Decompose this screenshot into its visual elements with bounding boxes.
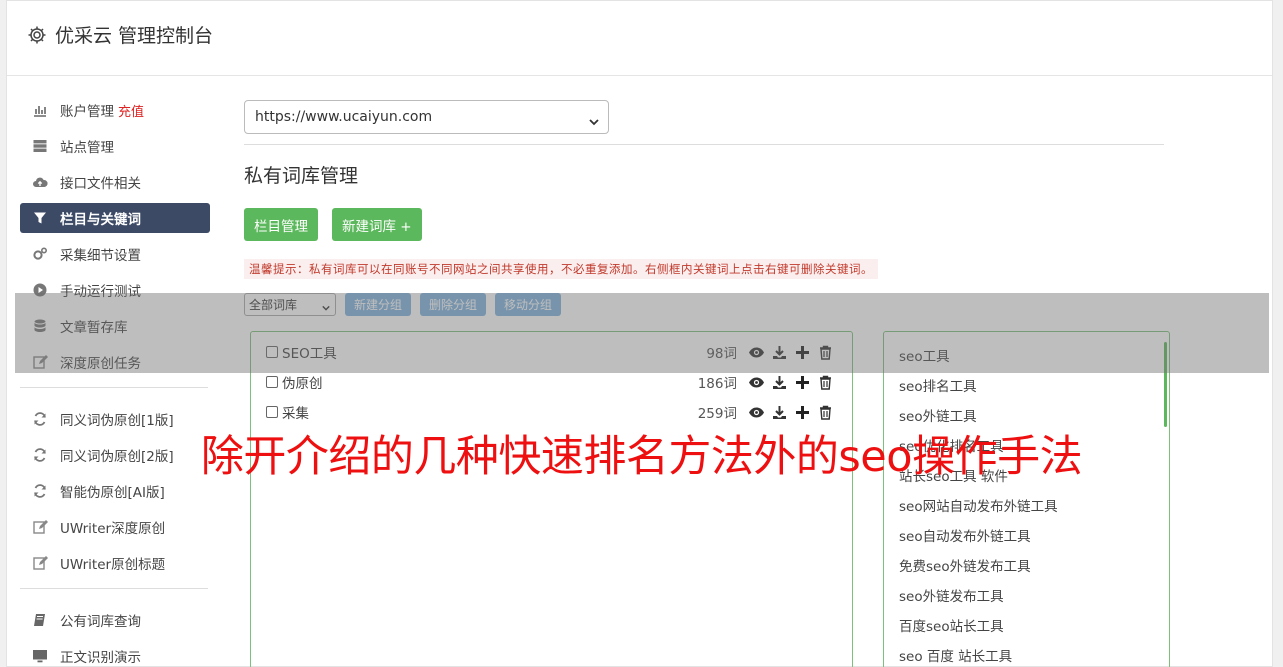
sidebar: 账户管理 充值 站点管理 接口文件相关 栏目与关键词 采集细节设置 手动运行测试… (20, 95, 210, 667)
eye-icon[interactable] (748, 404, 765, 421)
sidebar-item-uwriter-title[interactable]: UWriter原创标题 (20, 548, 210, 578)
new-lexicon-button[interactable]: 新建词库 + (332, 208, 422, 241)
sidebar-item-columns-keywords[interactable]: 栏目与关键词 (20, 203, 210, 233)
trash-icon[interactable] (817, 404, 834, 421)
lexicon-name[interactable]: 采集 (282, 402, 309, 422)
lexicon-list: SEO工具 98词 伪原创 186词 采集 259词 (250, 331, 853, 667)
keyword-item[interactable]: seo外链发布工具 (884, 582, 1169, 612)
refresh-icon (32, 411, 48, 427)
site-select-value: https://www.ucaiyun.com (255, 109, 433, 125)
lexicon-name[interactable]: 伪原创 (282, 372, 323, 392)
cloud-upload-icon (32, 174, 48, 190)
book-icon (32, 612, 48, 628)
sidebar-item-label: 站点管理 (60, 140, 114, 156)
sidebar-item-label: 账户管理 (60, 104, 114, 120)
lexicon-count: 186词 (697, 376, 737, 392)
download-icon[interactable] (771, 404, 788, 421)
bar-chart-icon (32, 102, 48, 118)
sidebar-item-label: UWriter深度原创 (60, 521, 166, 537)
sidebar-item-label: 采集细节设置 (60, 248, 141, 264)
edit-icon (32, 555, 48, 571)
lexicon-checkbox[interactable] (266, 376, 278, 388)
overlay-band (15, 293, 1269, 373)
gear-icon[interactable] (27, 25, 47, 45)
lexicon-actions (748, 404, 834, 421)
sidebar-divider (20, 387, 208, 388)
sidebar-divider (20, 588, 208, 589)
sidebar-item-account[interactable]: 账户管理 充值 (20, 95, 210, 125)
server-icon (32, 138, 48, 154)
sidebar-item-public-lexicon[interactable]: 公有词库查询 (20, 605, 210, 635)
lexicon-count: 259词 (697, 406, 737, 422)
keyword-item[interactable]: seo网站自动发布外链工具 (884, 492, 1169, 522)
gears-icon (32, 246, 48, 262)
keyword-item[interactable]: seo 百度 站长工具 (884, 642, 1169, 667)
page-title: 私有词库管理 (244, 165, 359, 187)
sidebar-item-label: 同义词伪原创[1版] (60, 413, 174, 429)
sidebar-item-label: 正文识别演示 (60, 650, 141, 666)
sidebar-item-text-recognition[interactable]: 正文识别演示 (20, 641, 210, 667)
tip-message: 温馨提示：私有词库可以在同账号不同网站之间共享使用，不必重复添加。右侧框内关键词… (244, 259, 878, 279)
recharge-link[interactable]: 充值 (118, 101, 144, 120)
filter-icon (32, 210, 48, 226)
plus-icon[interactable] (794, 374, 811, 391)
sidebar-item-label: UWriter原创标题 (60, 557, 166, 573)
monitor-icon (32, 648, 48, 664)
sidebar-item-collect-settings[interactable]: 采集细节设置 (20, 239, 210, 269)
main-content: https://www.ucaiyun.com 私有词库管理 栏目管理 新建词库… (244, 100, 1170, 667)
keyword-item[interactable]: seo排名工具 (884, 372, 1169, 402)
site-select[interactable]: https://www.ucaiyun.com (244, 100, 609, 134)
trash-icon[interactable] (817, 374, 834, 391)
keyword-list: seo工具 seo排名工具 seo外链工具 seo优化排名工具 站长seo工具 … (883, 331, 1170, 667)
sidebar-item-label: 栏目与关键词 (60, 212, 141, 228)
download-icon[interactable] (771, 374, 788, 391)
sidebar-item-label: 公有词库查询 (60, 614, 141, 630)
keyword-item[interactable]: 免费seo外链发布工具 (884, 552, 1169, 582)
lexicon-checkbox[interactable] (266, 406, 278, 418)
divider (244, 144, 1164, 145)
overlay-caption: 除开介绍的几种快速排名方法外的seo操作手法 (200, 432, 1083, 482)
keyword-item[interactable]: seo自动发布外链工具 (884, 522, 1169, 552)
plus-icon[interactable] (794, 404, 811, 421)
list-item: 采集 259词 (251, 397, 852, 427)
sidebar-item-label: 接口文件相关 (60, 176, 141, 192)
app-title: 优采云 管理控制台 (55, 25, 214, 47)
edit-icon (32, 519, 48, 535)
sidebar-item-uwriter-deep[interactable]: UWriter深度原创 (20, 512, 210, 542)
sidebar-item-interface-files[interactable]: 接口文件相关 (20, 167, 210, 197)
eye-icon[interactable] (748, 374, 765, 391)
column-manage-button[interactable]: 栏目管理 (244, 208, 318, 241)
lexicon-actions (748, 374, 834, 391)
site-select-wrap: https://www.ucaiyun.com (244, 100, 609, 134)
sidebar-item-sites[interactable]: 站点管理 (20, 131, 210, 161)
keyword-item[interactable]: 百度seo站长工具 (884, 612, 1169, 642)
top-bar: 优采云 管理控制台 (7, 1, 1272, 76)
action-buttons: 栏目管理 新建词库 + (244, 208, 1164, 241)
